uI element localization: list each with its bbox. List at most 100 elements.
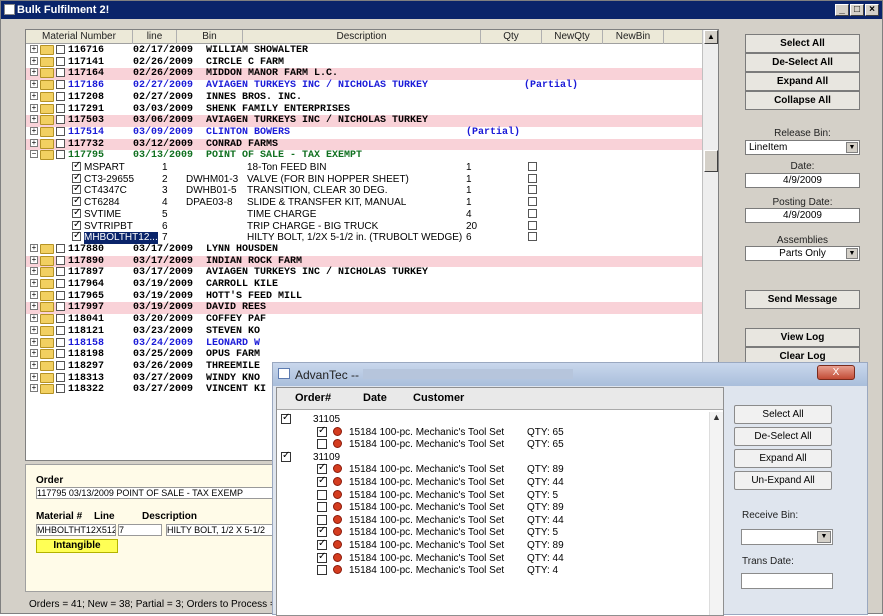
item-checkbox[interactable] (72, 207, 81, 218)
dialog-item-row[interactable]: 15184 100-pc. Mechanic's Tool Set QTY: 44 (277, 475, 707, 490)
line-item-row[interactable]: CT3-29655 2 DWHM01-3 VALVE (FOR BIN HOPPER … (26, 172, 702, 186)
dialog-item-checkbox[interactable] (317, 489, 327, 500)
line-item-row[interactable]: SVTIME 5 TIME CHARGE 4 (26, 207, 702, 221)
maximize-icon[interactable]: □ (850, 4, 864, 16)
order-checkbox[interactable] (56, 360, 65, 370)
expand-icon[interactable]: + (30, 384, 38, 393)
order-row[interactable]: +117897 03/17/2009 AVIAGEN TURKEYS INC / N… (26, 267, 702, 279)
order-row[interactable]: +117890 03/17/2009 INDIAN ROCK FARM (26, 255, 702, 268)
expand-icon[interactable]: + (30, 314, 38, 323)
dialog-item-row[interactable]: 15184 100-pc. Mechanic's Tool Set QTY: 65 (277, 425, 707, 440)
order-checkbox[interactable] (56, 45, 65, 54)
dialog-deselect-all-button[interactable]: De-Select All (734, 427, 832, 446)
order-checkbox[interactable] (56, 349, 65, 359)
newqty-checkbox[interactable] (528, 197, 537, 207)
dialog-item-row[interactable]: 15184 100-pc. Mechanic's Tool Set QTY: 89 (277, 502, 707, 515)
order-row[interactable]: +118121 03/23/2009 STEVEN KO (26, 325, 702, 338)
chevron-down-icon[interactable]: ▼ (846, 248, 858, 259)
dialog-item-checkbox[interactable] (317, 514, 327, 525)
order-checkbox[interactable] (56, 150, 65, 160)
order-row[interactable]: +117514 03/09/2009 CLINTON BOWERS (Partial) (26, 126, 702, 139)
order-checkbox[interactable] (56, 290, 65, 300)
line-item-row[interactable]: CT4347C 3 DWHB01-5 TRANSITION, CLEAR 30 DEG… (26, 183, 702, 197)
chevron-down-icon[interactable]: ▼ (846, 142, 858, 153)
view-log-button[interactable]: View Log (745, 328, 860, 347)
item-checkbox[interactable] (72, 172, 81, 183)
dialog-item-row[interactable]: 15184 100-pc. Mechanic's Tool Set QTY: 89 (277, 462, 707, 477)
order-row[interactable]: +117164 02/26/2009 MIDDON MANOR FARM L.C. (26, 68, 702, 81)
dialog-order-row[interactable]: 31109 (277, 450, 707, 465)
order-checkbox[interactable] (56, 384, 65, 394)
order-checkbox[interactable] (56, 325, 65, 335)
expand-icon[interactable]: + (30, 279, 38, 287)
order-checkbox[interactable] (56, 337, 65, 347)
order-checkbox[interactable] (56, 103, 65, 113)
dialog-item-checkbox[interactable] (317, 475, 327, 488)
item-checkbox[interactable] (72, 219, 81, 230)
expand-icon[interactable]: + (30, 302, 38, 311)
col-newqty[interactable]: NewQty (542, 30, 603, 44)
scroll-up-icon[interactable]: ▲ (704, 30, 718, 44)
line-item-row[interactable]: CT6284 4 DPAE03-8 SLIDE & TRANSFER KIT, MAN… (26, 195, 702, 209)
col-qty[interactable]: Qty (481, 30, 542, 44)
order-row[interactable]: +117964 03/19/2009 CARROLL KILE (26, 279, 702, 291)
order-row[interactable]: +117880 03/17/2009 LYNN HOUSDEN (26, 243, 702, 256)
newqty-checkbox[interactable] (528, 185, 537, 195)
dialog-item-checkbox[interactable] (317, 565, 327, 576)
dialog-list[interactable]: Order# Date Customer 3110515184 100-pc. … (276, 387, 724, 616)
dialog-close-icon[interactable]: X (817, 365, 855, 380)
order-checkbox[interactable] (56, 279, 65, 288)
date-field[interactable]: 4/9/2009 (745, 173, 860, 188)
newqty-checkbox[interactable] (528, 162, 537, 171)
order-checkbox[interactable] (56, 115, 65, 125)
item-checkbox[interactable] (72, 183, 81, 195)
dialog-item-checkbox[interactable] (317, 525, 327, 538)
dialog-item-row[interactable]: 15184 100-pc. Mechanic's Tool Set QTY: 65 (277, 439, 707, 452)
dialog-item-row[interactable]: 15184 100-pc. Mechanic's Tool Set QTY: 89 (277, 538, 707, 553)
expand-icon[interactable]: + (30, 80, 38, 89)
expand-icon[interactable]: + (30, 115, 38, 124)
expand-icon[interactable]: + (30, 337, 38, 346)
expand-icon[interactable]: + (30, 68, 38, 77)
dialog-item-checkbox[interactable] (317, 462, 327, 475)
newqty-checkbox[interactable] (528, 173, 537, 183)
collapse-icon[interactable]: − (30, 150, 38, 159)
expand-icon[interactable]: + (30, 255, 38, 264)
order-checkbox[interactable] (56, 314, 65, 324)
newqty-checkbox[interactable] (528, 220, 537, 230)
item-checkbox[interactable] (72, 160, 81, 172)
line-item-row[interactable]: SVTRIPBT 6 TRIP CHARGE - BIG TRUCK 20 (26, 219, 702, 233)
expand-icon[interactable]: + (30, 243, 38, 252)
col-bin[interactable]: Bin (177, 30, 243, 44)
col-description[interactable]: Description (243, 30, 481, 44)
posting-date-field[interactable]: 4/9/2009 (745, 208, 860, 223)
col-date[interactable]: Date (363, 392, 387, 404)
scroll-up-icon[interactable]: ▲ (712, 412, 721, 422)
order-checkbox[interactable] (56, 80, 65, 90)
newqty-checkbox[interactable] (528, 208, 537, 218)
col-material-number[interactable]: Material Number (26, 30, 133, 44)
dialog-item-row[interactable]: 15184 100-pc. Mechanic's Tool Set QTY: 44 (277, 514, 707, 528)
dialog-expand-all-button[interactable]: Expand All (734, 449, 832, 468)
order-checkbox[interactable] (56, 267, 65, 277)
select-all-button[interactable]: Select All (745, 34, 860, 53)
col-order-number[interactable]: Order# (295, 392, 331, 404)
release-bin-select[interactable]: LineItem ▼ (745, 140, 860, 155)
expand-icon[interactable]: + (30, 91, 38, 100)
send-message-button[interactable]: Send Message (745, 290, 860, 309)
expand-icon[interactable]: + (30, 349, 38, 358)
dialog-order-checkbox[interactable] (281, 412, 291, 425)
order-checkbox[interactable] (56, 68, 65, 78)
order-row[interactable]: +117291 03/03/2009 SHENK FAMILY ENTERPRISE… (26, 103, 702, 116)
expand-all-button[interactable]: Expand All (745, 72, 860, 91)
dialog-item-row[interactable]: 15184 100-pc. Mechanic's Tool Set QTY: 44 (277, 551, 707, 566)
expand-icon[interactable]: + (30, 138, 38, 147)
dialog-scrollbar[interactable]: ▲ (709, 412, 723, 615)
dialog-item-checkbox[interactable] (317, 551, 327, 563)
order-row[interactable]: +117186 02/27/2009 AVIAGEN TURKEYS INC / N… (26, 80, 702, 92)
order-row[interactable]: +117732 03/12/2009 CONRAD FARMS (26, 138, 702, 151)
expand-icon[interactable]: + (30, 325, 38, 334)
expand-icon[interactable]: + (30, 56, 38, 65)
newqty-checkbox[interactable] (528, 232, 537, 242)
order-row[interactable]: +117141 02/26/2009 CIRCLE C FARM (26, 56, 702, 69)
